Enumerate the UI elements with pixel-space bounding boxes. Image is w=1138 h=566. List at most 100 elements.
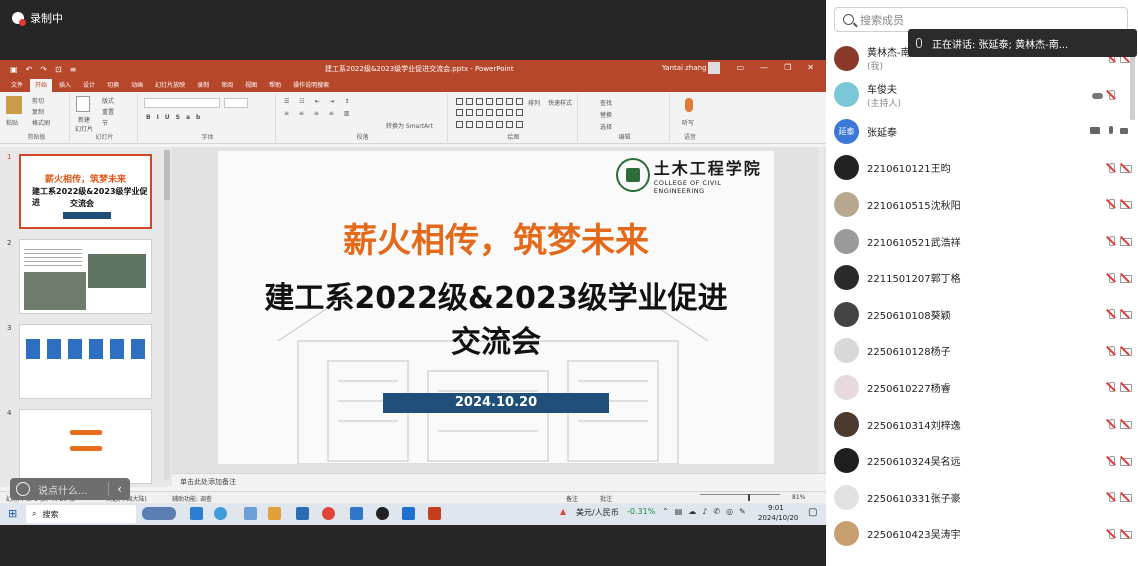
tab-home[interactable]: 开始 bbox=[30, 79, 53, 92]
currency-label[interactable]: 美元/人民币 bbox=[576, 507, 619, 518]
member-row[interactable]: 2250610128杨子 bbox=[834, 333, 1132, 369]
camera-off-icon[interactable] bbox=[1120, 273, 1132, 283]
screen-share-icon[interactable] bbox=[1090, 126, 1100, 136]
slide-date-banner[interactable]: 2024.10.20 bbox=[383, 393, 609, 413]
camera-off-icon[interactable] bbox=[1120, 492, 1132, 503]
mic-muted-icon[interactable] bbox=[1106, 345, 1116, 356]
arrange-button[interactable]: 排列 bbox=[528, 98, 540, 107]
member-row[interactable]: 车俊夫 (主持人) bbox=[834, 77, 1130, 113]
mic-muted-icon[interactable] bbox=[1106, 162, 1116, 173]
mic-muted-icon[interactable] bbox=[1106, 528, 1116, 539]
current-slide[interactable]: 土木工程学院 COLLEGE OF CIVIL ENGINEERING 薪火相传… bbox=[218, 151, 774, 464]
member-row[interactable]: 2210610515沈秋阳 bbox=[834, 186, 1132, 222]
replace-button[interactable]: 替换 bbox=[600, 110, 612, 119]
tab-transitions[interactable]: 切换 bbox=[102, 79, 124, 92]
close-icon[interactable]: ✕ bbox=[807, 63, 814, 72]
slide-thumbnail-1[interactable]: 薪火相传，筑梦未来 建工系2022级&2023级学业促进 交流会 bbox=[19, 154, 152, 229]
cut-button[interactable]: 剪切 bbox=[32, 96, 44, 105]
camera-off-icon[interactable] bbox=[1120, 419, 1132, 429]
comments-toggle[interactable]: 批注 bbox=[600, 494, 612, 503]
mic-muted-icon[interactable] bbox=[1106, 199, 1116, 210]
notes-toggle[interactable]: 备注 bbox=[566, 494, 578, 503]
mic-muted-icon[interactable] bbox=[1106, 272, 1116, 283]
tab-file[interactable]: 文件 bbox=[6, 79, 28, 92]
section-button[interactable]: 节 bbox=[102, 118, 108, 127]
tab-review[interactable]: 审阅 bbox=[216, 79, 238, 92]
mic-muted-icon[interactable] bbox=[1106, 492, 1116, 503]
select-button[interactable]: 选择 bbox=[600, 122, 612, 131]
recording-indicator[interactable]: 录制中 bbox=[12, 10, 63, 26]
tab-view[interactable]: 视图 bbox=[240, 79, 262, 92]
slideshow-icon[interactable]: ⊡ bbox=[55, 65, 62, 74]
format-painter-button[interactable]: 格式刷 bbox=[32, 118, 50, 127]
slide-subtitle[interactable]: 建工系2022级&2023级学业促进 bbox=[218, 273, 774, 317]
tab-insert[interactable]: 插入 bbox=[54, 79, 76, 92]
member-row[interactable]: 2250610227杨睿 bbox=[834, 369, 1132, 405]
member-row[interactable]: 2210610521武浩祥 bbox=[834, 223, 1132, 259]
chevron-left-icon[interactable]: ‹ bbox=[117, 482, 122, 496]
accessibility-status[interactable]: 辅助功能: 调查 bbox=[172, 494, 212, 503]
member-row[interactable]: 2250610324吴名远 bbox=[834, 443, 1132, 479]
undo-icon[interactable]: ↶ bbox=[26, 65, 33, 74]
qq-icon[interactable] bbox=[376, 507, 389, 520]
slide-subtitle-line2[interactable]: 交流会 bbox=[218, 317, 774, 361]
find-button[interactable]: 查找 bbox=[600, 98, 612, 107]
news-widget-icon[interactable] bbox=[142, 507, 176, 520]
slide-thumbnail-2[interactable] bbox=[19, 239, 152, 314]
ribbon-display-icon[interactable]: ▭ bbox=[737, 63, 745, 72]
camera-off-icon[interactable] bbox=[1120, 346, 1132, 356]
maximize-icon[interactable]: ❐ bbox=[784, 63, 791, 72]
slide-title[interactable]: 薪火相传，筑梦未来 bbox=[218, 213, 774, 262]
app-icon[interactable] bbox=[296, 507, 309, 520]
mic-muted-icon[interactable] bbox=[1106, 236, 1116, 246]
emoji-icon[interactable] bbox=[16, 482, 30, 496]
tell-me-search[interactable]: 操作说明搜索 bbox=[288, 79, 334, 92]
dictate-icon[interactable] bbox=[685, 98, 693, 112]
tab-record[interactable]: 录制 bbox=[192, 79, 214, 92]
member-row[interactable]: 2210610121王昀 bbox=[834, 150, 1132, 186]
tab-slideshow[interactable]: 幻灯片放映 bbox=[150, 79, 190, 92]
camera-off-icon[interactable] bbox=[1120, 163, 1132, 173]
clock-date[interactable]: 2024/10/20 bbox=[758, 514, 798, 522]
tab-animations[interactable]: 动画 bbox=[126, 79, 148, 92]
member-row[interactable]: 2250610108葵颖 bbox=[834, 296, 1132, 332]
tab-design[interactable]: 设计 bbox=[78, 79, 100, 92]
notes-pane[interactable]: 单击此处添加备注 bbox=[172, 473, 826, 488]
chrome-icon[interactable] bbox=[322, 507, 335, 520]
smartart-button[interactable]: 转换为 SmartArt bbox=[386, 121, 433, 130]
mic-muted-icon[interactable] bbox=[1106, 309, 1116, 320]
app-icon[interactable] bbox=[214, 507, 227, 520]
meeting-app-icon[interactable] bbox=[402, 507, 415, 520]
mic-muted-icon[interactable] bbox=[1106, 455, 1116, 466]
microphone-icon[interactable] bbox=[1106, 126, 1116, 136]
member-row[interactable]: 2211501207郭丁格 bbox=[834, 260, 1132, 296]
font-style-buttons[interactable]: BIUSab bbox=[146, 114, 206, 121]
paste-button[interactable]: 粘贴 bbox=[6, 118, 18, 127]
app-icon[interactable] bbox=[350, 507, 363, 520]
camera-off-icon[interactable] bbox=[1120, 236, 1132, 246]
camera-off-icon[interactable] bbox=[1120, 199, 1132, 210]
slide-scrollbar[interactable] bbox=[818, 147, 824, 473]
align-buttons[interactable]: ≡ ≡ ≡ ≡ ▥ bbox=[284, 110, 353, 117]
camera-off-icon[interactable] bbox=[1120, 382, 1132, 393]
ppt-user-avatar[interactable] bbox=[708, 62, 720, 74]
tray-icons[interactable]: ⌃▤☁♪✆◎✎ bbox=[662, 507, 752, 516]
dictate-button[interactable]: 听写 bbox=[682, 118, 694, 127]
customize-icon[interactable]: ≡ bbox=[70, 65, 77, 74]
app-icon[interactable] bbox=[244, 507, 257, 520]
minimize-icon[interactable]: — bbox=[760, 63, 768, 72]
slide-thumbnail-4[interactable] bbox=[19, 409, 152, 484]
save-icon[interactable]: ▣ bbox=[10, 65, 18, 74]
copy-button[interactable]: 复制 bbox=[32, 107, 44, 116]
mic-muted-icon[interactable] bbox=[1106, 89, 1116, 100]
thumbnail-scrollbar[interactable] bbox=[164, 150, 170, 480]
list-buttons[interactable]: ☰ ☷ ⇤ ⇥ ↕ bbox=[284, 98, 353, 105]
app-icon[interactable] bbox=[190, 507, 203, 520]
member-row[interactable]: 2250610314刘梓逸 bbox=[834, 406, 1132, 442]
tab-help[interactable]: 帮助 bbox=[264, 79, 286, 92]
zoom-slider-thumb[interactable] bbox=[748, 494, 750, 501]
powerpoint-icon[interactable] bbox=[428, 507, 441, 520]
zoom-slider[interactable] bbox=[700, 494, 780, 495]
clock-time[interactable]: 9:01 bbox=[768, 504, 784, 512]
quick-styles-button[interactable]: 快速样式 bbox=[548, 98, 572, 107]
